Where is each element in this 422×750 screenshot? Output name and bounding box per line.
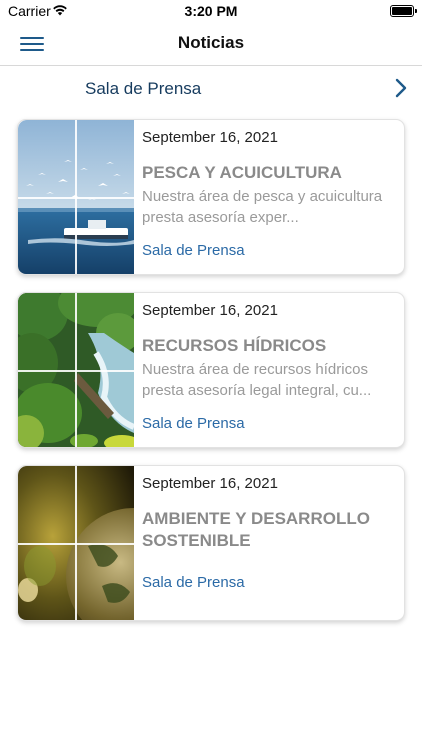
news-card-recursos-hidricos[interactable]: September 16, 2021 RECURSOS HÍDRICOS Nue… (17, 292, 405, 448)
news-category-link[interactable]: Sala de Prensa (142, 242, 245, 259)
page-title: Noticias (177, 33, 245, 52)
news-description: Nuestra área de recursos hídricos presta… (142, 361, 372, 399)
news-category-link[interactable]: Sala de Prensa (142, 415, 245, 432)
news-card-body: September 16, 2021 AMBIENTE Y DESARROLLO… (142, 466, 396, 620)
news-title: PESCA Y ACUICULTURA (142, 163, 342, 182)
clock-time: 3:20 PM (184, 3, 238, 19)
news-date: September 16, 2021 (142, 475, 278, 492)
news-title: RECURSOS HÍDRICOS (142, 336, 327, 355)
navigation-bar: Noticias (0, 22, 422, 66)
chevron-right-icon[interactable] (390, 77, 412, 99)
news-thumbnail (18, 293, 134, 447)
news-date: September 16, 2021 (142, 302, 278, 319)
news-card-body: September 16, 2021 PESCA Y ACUICULTURA N… (142, 120, 396, 274)
news-date: September 16, 2021 (142, 129, 278, 146)
news-title: AMBIENTE Y DESARROLLO SOSTENIBLE (142, 509, 370, 550)
news-description: Nuestra área de pesca y acuicultura pres… (142, 188, 383, 226)
news-card-body: September 16, 2021 RECURSOS HÍDRICOS Nue… (142, 293, 396, 447)
section-label[interactable]: Sala de Prensa (85, 79, 201, 99)
section-header[interactable]: Sala de Prensa (0, 67, 422, 111)
news-card-ambiente[interactable]: September 16, 2021 AMBIENTE Y DESARROLLO… (17, 465, 405, 621)
news-thumbnail (18, 120, 134, 274)
news-card-pesca[interactable]: September 16, 2021 PESCA Y ACUICULTURA N… (17, 119, 405, 275)
news-thumbnail (18, 466, 134, 620)
status-bar: Carrier 3:20 PM (0, 0, 422, 22)
battery-icon (390, 5, 417, 17)
news-category-link[interactable]: Sala de Prensa (142, 574, 245, 591)
